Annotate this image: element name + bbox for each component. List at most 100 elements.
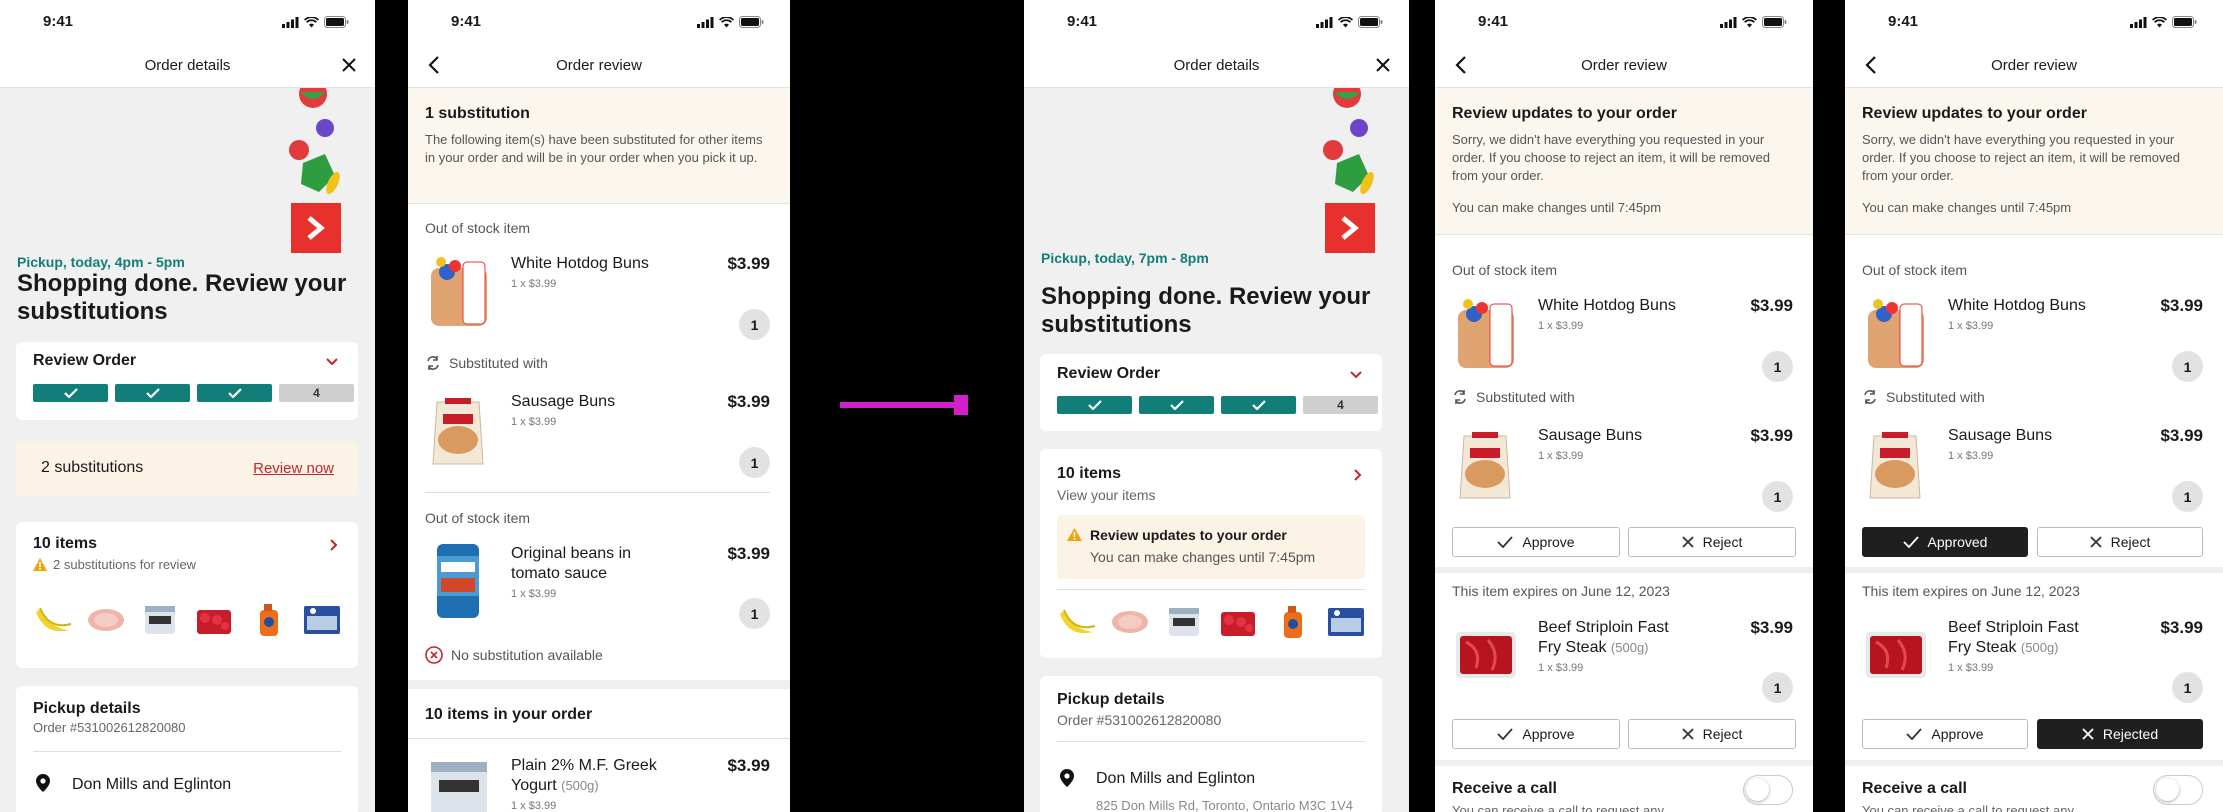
item-name: Plain 2% M.F. Greek Yogurt (500g) [511,756,661,796]
order-details-screen-2: 9:41 Order details Pickup, today, 7pm - … [1024,0,1409,812]
reject-label: Reject [2110,534,2151,550]
order-number: Order #531002612820080 [33,720,186,735]
substituted-with: Substituted with [1452,389,1575,405]
order-review-updated-screen: 9:41 Order review Review updates to your… [1845,0,2223,812]
approve-button[interactable]: Approve [1452,719,1620,749]
detergent-thumb [1284,606,1302,638]
item-name: White Hotdog Buns [1538,297,1676,314]
pickup-details-title: Pickup details [1057,691,1165,708]
items-card[interactable]: 10 items View your items Review updates … [1040,449,1382,658]
approved-button[interactable]: Approved [1862,527,2028,557]
review-alert[interactable]: Review updates to your order You can mak… [1057,515,1365,579]
reject-label: Reject [1702,726,1743,742]
approve-label: Approve [1522,534,1575,550]
review-now-link[interactable]: Review now [253,460,334,477]
warning-icon [33,558,47,571]
review-order-card[interactable]: Review Order 4 [1040,354,1382,431]
view-items-link[interactable]: View your items [1057,487,1156,503]
substitution-banner: 1 substitution The following item(s) hav… [408,88,790,204]
divider [425,492,770,493]
divider [1057,741,1365,742]
item-name-text: Beef Striploin Fast Fry Steak [1948,619,2079,656]
reject-button[interactable]: Reject [1628,719,1796,749]
status-icons [1316,16,1383,28]
approve-button[interactable]: Approve [1862,719,2028,749]
item-qty: 1 x $3.99 [1538,662,1584,674]
flow-connector-arrow [840,395,968,415]
wifi-icon [2152,16,2167,27]
wifi-icon [719,16,734,27]
pickup-time: Pickup, today, 7pm - 8pm [1041,250,1209,266]
item-name: White Hotdog Buns [511,255,649,272]
status-bar: 9:41 [1845,0,2223,46]
sausage-buns-image [1459,432,1511,499]
item-qty: 1 x $3.99 [1538,450,1584,462]
list-item: Plain 2% M.F. Greek Yogurt (500g) 1 x $3… [408,756,790,812]
item-qty: 1 x $3.99 [511,278,557,290]
rejected-button[interactable]: Rejected [2037,719,2203,749]
item-name: White Hotdog Buns [1948,297,2086,314]
list-item: Original beans in tomato sauce 1 x $3.99… [408,540,790,640]
progress-steps: 4 [33,384,354,402]
item-qty: 1 x $3.99 [511,416,557,428]
check-icon [1497,536,1514,548]
sausage-buns-image [432,398,484,465]
item-thumbnails [31,600,343,638]
quantity-badge: 1 [739,447,770,478]
bananas-thumb [1060,609,1096,634]
frozen-food-thumb [1328,608,1364,636]
headline: Shopping done. Review your substitutions [1041,283,1371,338]
substituted-with-text: Substituted with [1886,389,1985,405]
divider [1057,589,1365,590]
list-item: Sausage Buns 1 x $3.99 $3.99 1 [1435,422,1813,512]
order-review-screen: 9:41 Order review 1 substitution The fol… [408,0,790,812]
step-done [197,384,272,402]
approve-button[interactable]: Approve [1452,527,1620,557]
list-item: White Hotdog Buns 1 x $3.99 $3.99 1 [1435,292,1813,382]
swap-icon [427,356,439,370]
status-icons [697,16,764,28]
receive-call-toggle[interactable] [2153,775,2203,805]
item-name: Beef Striploin Fast Fry Steak (500g) [1948,618,2098,658]
close-icon[interactable] [1375,57,1391,73]
steak-image [1456,632,1516,678]
order-number: Order #531002612820080 [1057,712,1222,728]
review-order-title: Review Order [33,352,137,369]
close-icon[interactable] [341,57,357,73]
nav-bar: Order review [1845,46,2223,88]
chevron-down-icon[interactable] [326,358,338,366]
banner-text: Sorry, we didn't have everything you req… [1862,132,2180,183]
expires-label: This item expires on June 12, 2023 [1452,583,1670,599]
status-bar: 9:41 [1024,0,1409,46]
item-name: Sausage Buns [511,393,616,410]
chevron-right-icon[interactable] [330,539,338,551]
substitutions-count: 2 substitutions [41,459,144,476]
yogurt-thumb [1169,608,1199,636]
item-price: $3.99 [727,254,770,273]
nav-bar: Order review [1435,46,1813,88]
sausage-buns-image [1869,432,1921,499]
status-time: 9:41 [451,13,482,30]
receive-call-toggle[interactable] [1743,775,1793,805]
item-price: $3.99 [727,392,770,411]
reject-button[interactable]: Reject [1628,527,1796,557]
divider [408,738,790,739]
chevron-down-icon[interactable] [1350,371,1362,379]
hotdog-buns-image [1458,299,1514,368]
nav-bar: Order review [408,46,790,88]
substitutions-box: 2 substitutions Review now [16,441,358,496]
quantity-badge: 1 [1762,481,1793,512]
detergent-thumb [260,604,278,636]
reject-button[interactable]: Reject [2037,527,2203,557]
chevron-right-icon[interactable] [1354,469,1362,481]
battery-icon [1762,16,1787,28]
substituted-with: Substituted with [425,355,548,371]
wifi-icon [1338,16,1353,27]
substituted-with-text: Substituted with [1476,389,1575,405]
item-price: $3.99 [2160,296,2203,315]
page-title: Order review [1581,57,1667,74]
review-order-card[interactable]: Review Order 4 [16,342,358,420]
items-card[interactable]: 10 items 2 substitutions for review [16,522,358,668]
receive-call-text: You can receive a call to request any [1862,803,2074,812]
item-qty: 1 x $3.99 [1538,320,1584,332]
